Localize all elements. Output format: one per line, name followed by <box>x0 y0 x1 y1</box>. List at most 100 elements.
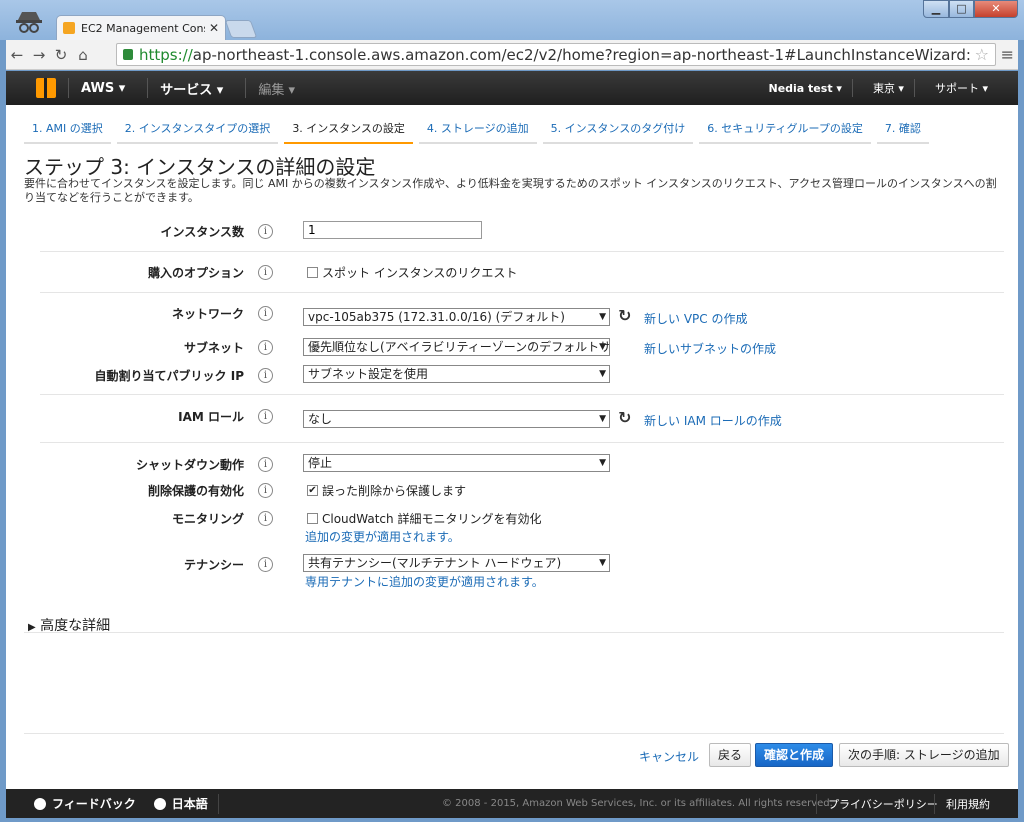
checkbox-checked-icon[interactable]: ✔ <box>307 485 318 496</box>
user-menu[interactable]: Nedia test ▾ <box>758 82 841 95</box>
forward-arrow-icon[interactable]: → <box>28 46 50 64</box>
refresh-icon[interactable]: ↻ <box>618 408 631 427</box>
copyright-text: © 2008 - 2015, Amazon Web Services, Inc.… <box>442 798 833 809</box>
lock-icon <box>123 49 133 60</box>
step-tags[interactable]: 5. インスタンスのタグ付け <box>542 117 694 144</box>
step-security-group[interactable]: 6. セキュリティグループの設定 <box>699 117 871 144</box>
chevron-down-icon: ▼ <box>599 414 606 424</box>
monitoring-checkbox[interactable]: CloudWatch 詳細モニタリングを有効化 <box>307 510 541 527</box>
chevron-down-icon: ▼ <box>599 558 606 568</box>
page-title: ステップ 3: インスタンスの詳細の設定 <box>24 155 376 179</box>
globe-icon <box>153 797 166 810</box>
info-icon[interactable]: i <box>258 306 273 321</box>
info-icon[interactable]: i <box>258 409 273 424</box>
checkbox-box[interactable] <box>307 267 318 278</box>
incognito-profile-icon[interactable] <box>14 8 44 34</box>
maximize-icon[interactable]: □ <box>949 0 974 18</box>
step-configure-instance[interactable]: 3. インスタンスの設定 <box>284 117 413 144</box>
window-titlebar: EC2 Management Cons ✕ ▁ □ ✕ <box>0 0 1024 40</box>
tenancy-select[interactable]: 共有テナンシー(マルチテナント ハードウェア) ▼ <box>303 554 610 572</box>
aws-cube-icon[interactable] <box>36 78 56 98</box>
privacy-policy-link[interactable]: プライバシーポリシー <box>828 796 938 812</box>
iam-role-select[interactable]: なし ▼ <box>303 410 610 428</box>
chevron-down-icon: ▼ <box>599 312 606 322</box>
console-footer: フィードバック 日本語 © 2008 - 2015, Amazon Web Se… <box>6 789 1018 818</box>
wizard-steps: 1. AMI の選択 2. インスタンスタイプの選択 3. インスタンスの設定 … <box>24 117 935 144</box>
aws-favicon-icon <box>63 22 75 34</box>
new-tab-button[interactable] <box>224 20 258 38</box>
back-arrow-icon[interactable]: ← <box>6 46 28 64</box>
chevron-down-icon: ▼ <box>599 458 606 468</box>
url-text: ap-northeast-1.console.aws.amazon.com/ec… <box>192 45 971 64</box>
bookmark-star-icon[interactable]: ☆ <box>975 45 989 64</box>
tab-title: EC2 Management Cons <box>81 21 205 35</box>
checkbox-box[interactable] <box>307 513 318 524</box>
step-ami[interactable]: 1. AMI の選択 <box>24 117 111 144</box>
address-bar[interactable]: https:// ap-northeast-1.console.aws.amaz… <box>116 43 996 66</box>
info-icon[interactable]: i <box>258 457 273 472</box>
home-icon[interactable]: ⌂ <box>72 46 94 64</box>
review-and-launch-button[interactable]: 確認と作成 <box>755 743 834 767</box>
network-select[interactable]: vpc-105ab375 (172.31.0.0/16) (デフォルト) ▼ <box>303 308 610 326</box>
spot-request-checkbox[interactable]: スポット インスタンスのリクエスト <box>307 264 517 281</box>
url-scheme: https:// <box>139 45 193 64</box>
region-menu[interactable]: 東京 ▾ <box>863 80 904 96</box>
info-icon[interactable]: i <box>258 483 273 498</box>
browser-menu-icon[interactable]: ≡ <box>1001 45 1014 64</box>
termination-protection-label: 削除保護の有効化 <box>147 484 244 498</box>
support-menu[interactable]: サポート ▾ <box>925 80 988 96</box>
tenancy-note-link[interactable]: 専用テナントに追加の変更が適用されます。 <box>305 573 544 590</box>
instance-count-input[interactable] <box>303 221 482 239</box>
minimize-icon[interactable]: ▁ <box>923 0 949 18</box>
browser-tab[interactable]: EC2 Management Cons ✕ <box>56 15 226 40</box>
info-icon[interactable]: i <box>258 340 273 355</box>
aws-menu[interactable]: AWS ▾ <box>81 81 125 96</box>
monitoring-note-link[interactable]: 追加の変更が適用されます。 <box>305 528 460 545</box>
info-icon[interactable]: i <box>258 557 273 572</box>
step-storage[interactable]: 4. ストレージの追加 <box>418 117 537 144</box>
termination-protection-checkbox[interactable]: ✔ 誤った削除から保護します <box>307 482 466 499</box>
network-label: ネットワーク <box>171 307 244 321</box>
step-review[interactable]: 7. 確認 <box>876 117 929 144</box>
services-menu[interactable]: サービス ▾ <box>160 79 223 98</box>
cancel-link[interactable]: キャンセル <box>639 748 699 765</box>
page-content: AWS ▾ サービス ▾ 編集 ▾ Nedia test ▾ 東京 ▾ サポート… <box>6 71 1018 818</box>
info-icon[interactable]: i <box>258 224 273 239</box>
info-icon[interactable]: i <box>258 368 273 383</box>
tab-close-icon[interactable]: ✕ <box>209 21 219 35</box>
chevron-down-icon: ▼ <box>599 369 606 379</box>
purchase-option-label: 購入のオプション <box>147 266 244 280</box>
auto-assign-ip-select[interactable]: サブネット設定を使用 ▼ <box>303 365 610 383</box>
shutdown-behavior-label: シャットダウン動作 <box>135 458 244 472</box>
step-instance-type[interactable]: 2. インスタンスタイプの選択 <box>116 117 279 144</box>
edit-menu[interactable]: 編集 ▾ <box>258 79 295 98</box>
instance-count-label: インスタンス数 <box>160 225 244 239</box>
info-icon[interactable]: i <box>258 511 273 526</box>
next-add-storage-button[interactable]: 次の手順: ストレージの追加 <box>839 743 1009 767</box>
speech-bubble-icon <box>34 797 46 810</box>
aws-header: AWS ▾ サービス ▾ 編集 ▾ Nedia test ▾ 東京 ▾ サポート… <box>6 71 1018 105</box>
terms-link[interactable]: 利用規約 <box>946 796 990 812</box>
window-controls: ▁ □ ✕ <box>923 0 1018 18</box>
iam-role-label: IAM ロール <box>178 410 244 424</box>
create-iam-role-link[interactable]: 新しい IAM ロールの作成 <box>644 412 782 429</box>
back-button[interactable]: 戻る <box>709 743 752 767</box>
shutdown-behavior-select[interactable]: 停止 ▼ <box>303 454 610 472</box>
auto-assign-ip-label: 自動割り当てパブリック IP <box>94 369 244 383</box>
chevron-down-icon: ▼ <box>599 342 606 352</box>
create-subnet-link[interactable]: 新しいサブネットの作成 <box>644 340 776 357</box>
page-description: 要件に合わせてインスタンスを設定します。同じ AMI からの複数インスタンス作成… <box>24 177 997 204</box>
monitoring-label: モニタリング <box>171 512 244 526</box>
info-icon[interactable]: i <box>258 265 273 280</box>
browser-toolbar: ← → ↻ ⌂ https:// ap-northeast-1.console.… <box>6 40 1018 70</box>
reload-icon[interactable]: ↻ <box>50 46 72 64</box>
header-right: Nedia test ▾ 東京 ▾ サポート ▾ <box>748 79 988 97</box>
tenancy-label: テナンシー <box>183 558 244 572</box>
refresh-icon[interactable]: ↻ <box>618 306 631 325</box>
create-vpc-link[interactable]: 新しい VPC の作成 <box>644 310 747 327</box>
subnet-select[interactable]: 優先順位なし(アベイラビリティーゾーンのデフォルトサブ ▼ <box>303 338 610 356</box>
language-selector[interactable]: 日本語 <box>153 795 208 812</box>
feedback-button[interactable]: フィードバック <box>34 795 136 812</box>
close-window-icon[interactable]: ✕ <box>974 0 1018 18</box>
subnet-label: サブネット <box>183 341 244 355</box>
